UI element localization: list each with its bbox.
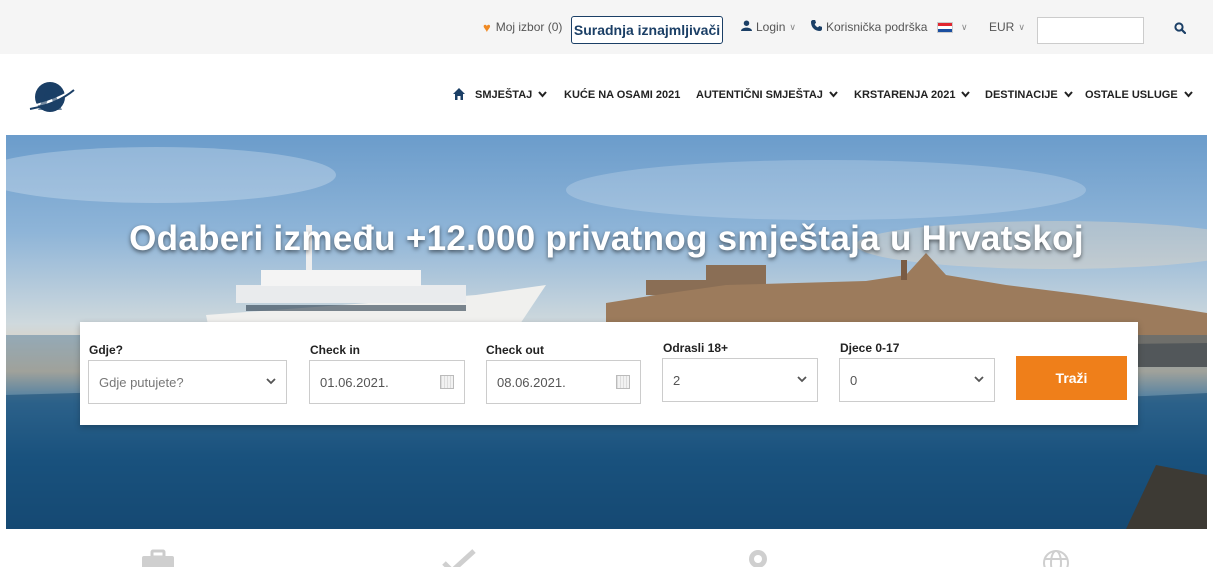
checkin-date-field[interactable]: 01.06.2021. (309, 360, 465, 404)
support-label: Korisnička podrška (826, 20, 928, 34)
chevron-down-icon: ∨ (789, 21, 796, 32)
checkout-value: 08.06.2021. (497, 374, 566, 390)
nav-item-label: KRSTARENJA 2021 (854, 89, 956, 101)
checkout-label: Check out (486, 343, 545, 357)
partner-button[interactable]: Suradnja iznajmljivači (571, 16, 723, 44)
nav-item-ostale-usluge[interactable]: OSTALE USLUGE (1085, 87, 1193, 103)
chevron-down-icon (974, 374, 984, 386)
destination-placeholder: Gdje putujete? (99, 374, 184, 390)
nav-item-label: SMJEŠTAJ (475, 89, 533, 101)
chevron-down-icon: ∨ (1018, 21, 1025, 32)
children-value: 0 (850, 372, 858, 388)
search-input[interactable] (1037, 17, 1144, 44)
chevron-down-icon (961, 90, 971, 101)
adults-label: Odrasli 18+ (663, 341, 729, 355)
chevron-down-icon (1183, 90, 1193, 101)
favorites-link[interactable]: ♥ Moj izbor (0) (483, 0, 562, 54)
calendar-icon (616, 375, 630, 389)
where-label: Gdje? (89, 343, 124, 357)
currency-dropdown[interactable]: EUR ∨ (989, 0, 1025, 54)
login-dropdown[interactable]: Login ∨ (741, 0, 796, 54)
adults-select[interactable]: 2 (662, 358, 818, 402)
hero-title: Odaberi između +12.000 privatnog smješta… (129, 219, 1084, 258)
currency-label: EUR (989, 20, 1015, 34)
support-link[interactable]: Korisnička podrška (811, 0, 927, 54)
heart-icon: ♥ (483, 19, 491, 35)
destination-select[interactable]: Gdje putujete? (88, 360, 287, 404)
search-submit-button[interactable]: Traži (1016, 356, 1127, 400)
nav-item-autenticni-smjestaj[interactable]: AUTENTIČNI SMJEŠTAJ (696, 87, 838, 103)
chevron-down-icon (829, 90, 838, 101)
nav-item-label: DESTINACIJE (985, 89, 1058, 101)
nav-item-label: OSTALE USLUGE (1085, 89, 1178, 101)
globe-icon (1036, 549, 1076, 567)
children-label: Djece 0-17 (840, 341, 900, 355)
checkout-date-field[interactable]: 08.06.2021. (486, 360, 641, 404)
chevron-down-icon: ∨ (961, 21, 968, 32)
croatian-flag-icon (937, 21, 953, 33)
top-utility-bar: ♥ Moj izbor (0) Suradnja iznajmljivači L… (0, 0, 1213, 54)
adults-value: 2 (673, 372, 681, 388)
checkin-label: Check in (310, 343, 361, 357)
calendar-icon (440, 375, 454, 389)
checkmark-icon (440, 549, 480, 567)
nav-item-destinacije[interactable]: DESTINACIJE (985, 87, 1073, 103)
suitcase-icon (138, 549, 178, 567)
phone-icon (811, 20, 822, 34)
favorites-label: Moj izbor (0) (495, 20, 563, 34)
nav-item-kuce-na-osami[interactable]: KUĆE NA OSAMI 2021 (564, 87, 680, 103)
chevron-down-icon (266, 376, 276, 388)
nav-item-krstarenja[interactable]: KRSTARENJA 2021 (854, 87, 971, 103)
nav-item-label: AUTENTIČNI SMJEŠTAJ (696, 89, 823, 101)
home-icon[interactable] (452, 87, 466, 101)
login-label: Login (756, 20, 786, 34)
search-icon[interactable] (1168, 16, 1192, 40)
chevron-down-icon (797, 374, 807, 386)
nav-item-smjestaj[interactable]: SMJEŠTAJ (475, 87, 548, 103)
chevron-down-icon (538, 90, 548, 101)
language-dropdown[interactable]: ∨ (937, 0, 968, 54)
location-pin-icon (738, 549, 778, 567)
children-select[interactable]: 0 (839, 358, 995, 402)
chevron-down-icon (1063, 90, 1073, 101)
checkin-value: 01.06.2021. (320, 374, 389, 390)
user-icon (741, 20, 752, 34)
nav-item-label: KUĆE NA OSAMI 2021 (564, 89, 681, 101)
logo[interactable] (22, 76, 80, 118)
